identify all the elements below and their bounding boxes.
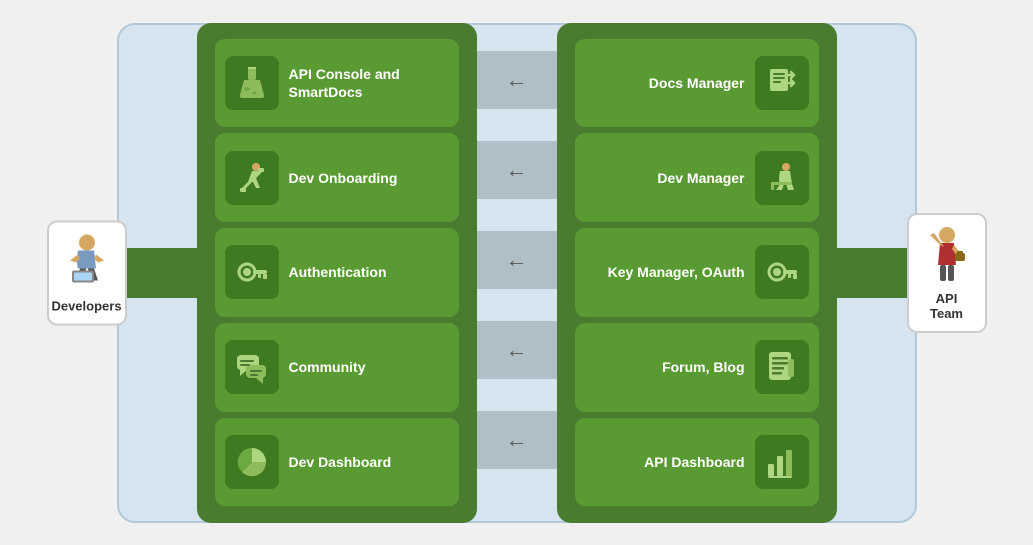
developers-person: Developers [47,220,127,325]
right-h-connector [833,248,907,298]
right-item-forum-blog: Forum, Blog [575,323,819,412]
right-item-key-manager-label: Key Manager, OAuth [608,263,745,281]
left-item-authentication: Authentication [215,228,459,317]
arrow-5: ← [506,427,528,453]
escalator-icon [225,151,279,205]
left-h-connector [127,248,201,298]
key2-icon [755,245,809,299]
developers-label: Developers [51,298,121,313]
arrow-3: ← [506,247,528,273]
left-item-dev-dashboard-label: Dev Dashboard [289,453,392,471]
left-item-dev-onboarding-label: Dev Onboarding [289,169,398,187]
chat-icon [225,340,279,394]
right-item-api-dashboard: API Dashboard [575,418,819,507]
connector-2: ← [465,141,569,199]
left-item-api-console: API Console and SmartDocs [215,39,459,128]
left-item-dev-onboarding: Dev Onboarding [215,133,459,222]
left-item-api-console-label: API Console and SmartDocs [289,65,449,101]
right-item-dev-manager: Dev Manager [575,133,819,222]
arrow-2: ← [506,157,528,183]
devmgr-icon [755,151,809,205]
left-item-dev-dashboard: Dev Dashboard [215,418,459,507]
docs-icon [755,56,809,110]
key-icon [225,245,279,299]
developer-figure-icon [62,232,112,292]
left-item-authentication-label: Authentication [289,263,387,281]
forumblog-icon [755,340,809,394]
connector-5: ← [465,411,569,469]
piechart-icon [225,435,279,489]
arrow-4: ← [506,337,528,363]
left-column-rows: API Console and SmartDocs Dev Onboarding [205,31,469,515]
right-item-docs-manager: Docs Manager [575,39,819,128]
diagram-container: ← ← ← ← ← API Console and SmartDocs [37,13,997,533]
api-team-figure-icon [922,225,972,285]
right-item-api-dashboard-label: API Dashboard [644,453,744,471]
api-team-person: API Team [907,213,987,333]
right-item-docs-manager-label: Docs Manager [649,74,745,92]
arrow-1: ← [506,67,528,93]
left-item-community: Community [215,323,459,412]
connector-3: ← [465,231,569,289]
right-item-key-manager: Key Manager, OAuth [575,228,819,317]
barchart-icon [755,435,809,489]
api-team-label: API Team [921,291,973,321]
left-item-community-label: Community [289,358,366,376]
right-column-rows: Docs Manager Dev Manager [565,31,829,515]
right-item-dev-manager-label: Dev Manager [657,169,744,187]
flask-icon [225,56,279,110]
connector-4: ← [465,321,569,379]
connector-1: ← [465,51,569,109]
right-item-forum-blog-label: Forum, Blog [662,358,744,376]
